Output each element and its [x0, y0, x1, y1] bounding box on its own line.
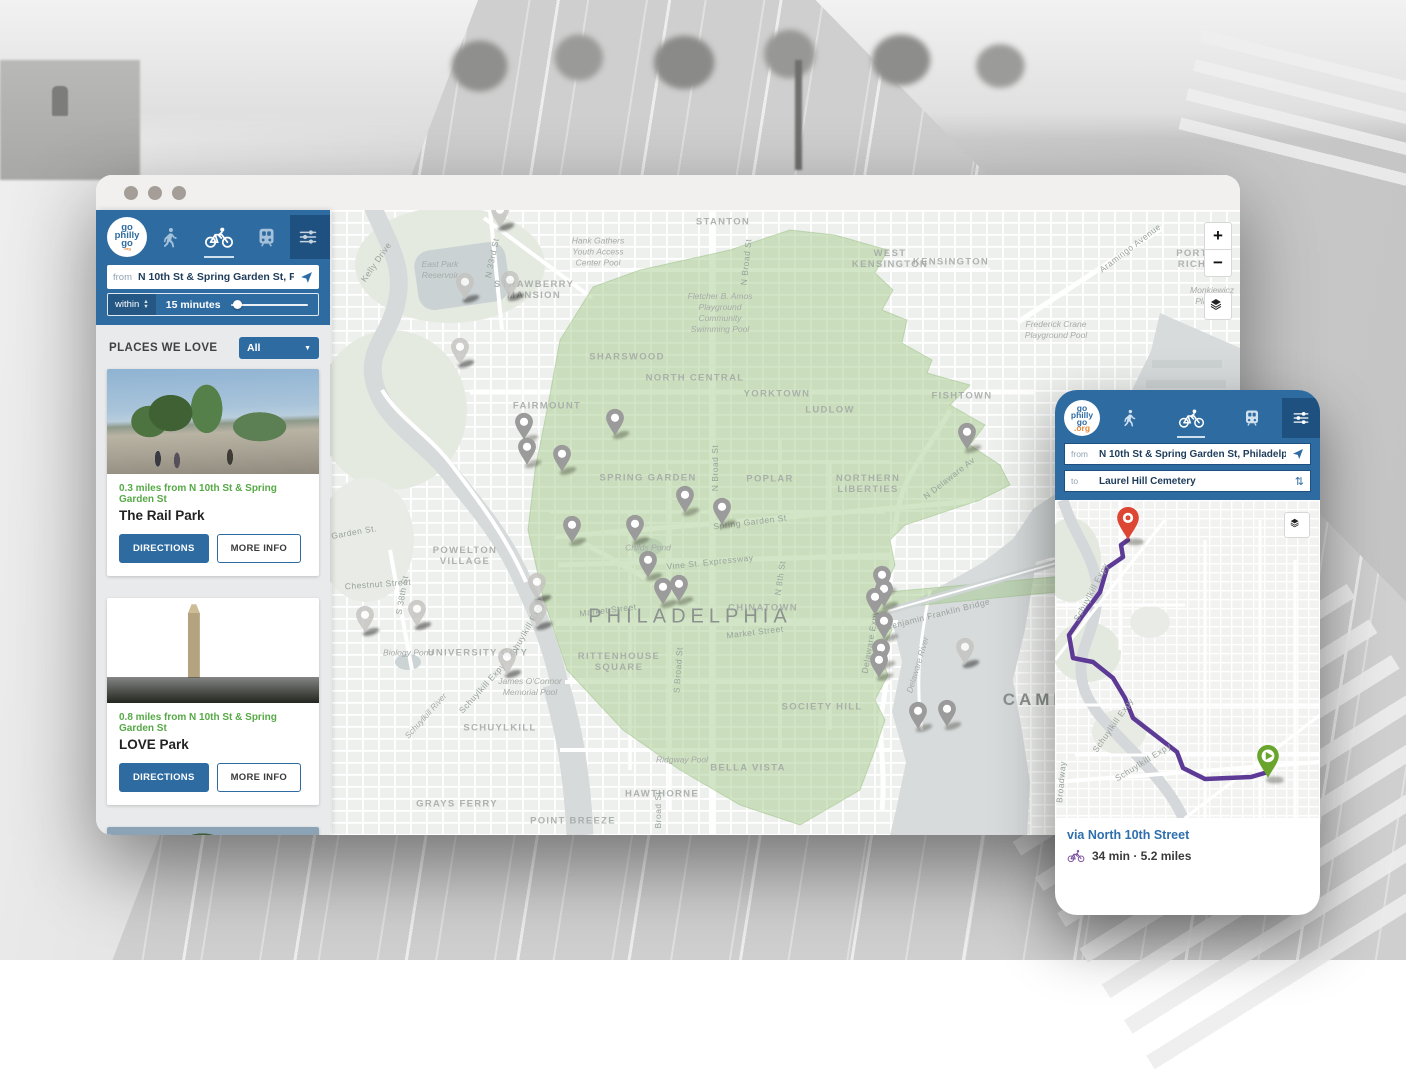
slider-track [231, 304, 308, 306]
swap-icon[interactable]: ⇅ [1295, 475, 1304, 488]
gophillygo-logo[interactable]: go philly go .org [1064, 400, 1100, 436]
place-distance: 0.8 miles from N 10th St & Spring Garden… [119, 712, 307, 734]
transit-icon [256, 227, 277, 248]
zoom-in-button[interactable]: + [1204, 222, 1232, 250]
time-slider[interactable] [231, 294, 308, 315]
destination-value: Laurel Hill Cemetery [1099, 476, 1289, 487]
gophillygo-logo[interactable]: go philly go .org [107, 217, 147, 257]
walk-icon [1121, 409, 1139, 427]
tab-settings[interactable] [290, 215, 330, 259]
window-button[interactable] [172, 186, 186, 200]
bike-icon [1067, 849, 1085, 863]
logo-org-dot: .org [123, 248, 131, 250]
bike-icon [204, 226, 234, 249]
stepper-icon: ▲▼ [143, 300, 148, 310]
tab-settings[interactable] [1282, 398, 1320, 438]
sliders-icon [1292, 409, 1310, 427]
walk-icon [160, 227, 181, 248]
directions-button[interactable]: DIRECTIONS [119, 534, 209, 563]
more-info-button[interactable]: MORE INFO [217, 763, 302, 792]
layers-button[interactable] [1204, 292, 1232, 320]
within-row: within ▲▼ 15 minutes [107, 293, 319, 316]
route-summary: via North 10th Street 34 min · 5.2 miles [1055, 818, 1320, 873]
tab-walk[interactable] [147, 215, 195, 259]
layers-icon [1290, 518, 1305, 533]
place-photo[interactable] [107, 369, 319, 474]
route-stats: 34 min · 5.2 miles [1092, 849, 1191, 863]
background-tree-trunk [795, 60, 802, 170]
transit-icon [1243, 409, 1261, 427]
to-label: to [1071, 476, 1093, 486]
locate-icon[interactable] [1292, 448, 1304, 460]
place-photo[interactable] [107, 827, 319, 835]
more-info-button[interactable]: MORE INFO [217, 534, 302, 563]
route-via: via North 10th Street [1067, 828, 1308, 842]
destination-input[interactable]: to Laurel Hill Cemetery ⇅ [1064, 470, 1311, 492]
place-name: The Rail Park [119, 508, 307, 523]
fire-hydrant [52, 86, 68, 116]
layers-icon [1210, 298, 1227, 315]
window-titlebar [96, 175, 1240, 210]
within-selector[interactable]: within ▲▼ [108, 294, 156, 315]
origin-value: N 10th St & Spring Garden St, Philadelph [138, 271, 294, 283]
locate-icon[interactable] [300, 271, 313, 284]
sliders-icon [298, 227, 318, 247]
place-name: LOVE Park [119, 737, 307, 752]
sidebar-header: go philly go .org [96, 210, 330, 325]
from-label: from [1071, 449, 1093, 459]
background-wall [0, 60, 140, 180]
places-we-love-heading: PLACES WE LOVE [109, 342, 217, 354]
within-value: 15 minutes [156, 299, 231, 311]
filter-dropdown[interactable]: All ▼ [239, 337, 319, 359]
mobile-header: go philly go .org from N 10th St & Sprin [1055, 390, 1320, 500]
places-header-row: PLACES WE LOVE All ▼ [96, 325, 330, 369]
bike-icon [1178, 408, 1205, 429]
tab-transit[interactable] [242, 215, 290, 259]
mobile-map[interactable]: Schuylkill ExpySchuylkill ExpySchuylkill… [1055, 500, 1320, 818]
layers-button[interactable] [1284, 512, 1310, 538]
origin-input[interactable]: from N 10th St & Spring Garden St, Phila… [1064, 443, 1311, 465]
within-label: within [115, 299, 139, 310]
tab-walk[interactable] [1100, 398, 1161, 438]
directions-button[interactable]: DIRECTIONS [119, 763, 209, 792]
from-label: from [113, 272, 132, 283]
zoom-out-button[interactable]: − [1204, 249, 1232, 277]
background-trees [430, 0, 1050, 120]
tab-transit[interactable] [1221, 398, 1282, 438]
origin-value: N 10th St & Spring Garden St, Philadelph… [1099, 449, 1286, 460]
place-card-love-park: 0.8 miles from N 10th St & Spring Garden… [107, 598, 319, 805]
place-card-rail-park: 0.3 miles from N 10th St & Spring Garden… [107, 369, 319, 576]
filter-value: All [247, 342, 260, 354]
tab-bike[interactable] [1161, 398, 1222, 438]
slider-knob[interactable] [233, 300, 242, 309]
tab-bike[interactable] [195, 215, 243, 259]
window-button[interactable] [124, 186, 138, 200]
place-distance: 0.3 miles from N 10th St & Spring Garden… [119, 483, 307, 505]
window-button[interactable] [148, 186, 162, 200]
sidebar: go philly go .org [96, 210, 330, 835]
place-photo[interactable] [107, 598, 319, 703]
mobile-map-canvas [1055, 500, 1320, 818]
place-card-partial [107, 827, 319, 835]
mobile-overlay: go philly go .org from N 10th St & Sprin [1055, 390, 1320, 915]
chevron-down-icon: ▼ [304, 345, 311, 352]
origin-input[interactable]: from N 10th St & Spring Garden St, Phila… [107, 265, 319, 289]
zoom-controls: + − [1204, 222, 1232, 277]
logo-org-dot: .org [1074, 426, 1090, 430]
